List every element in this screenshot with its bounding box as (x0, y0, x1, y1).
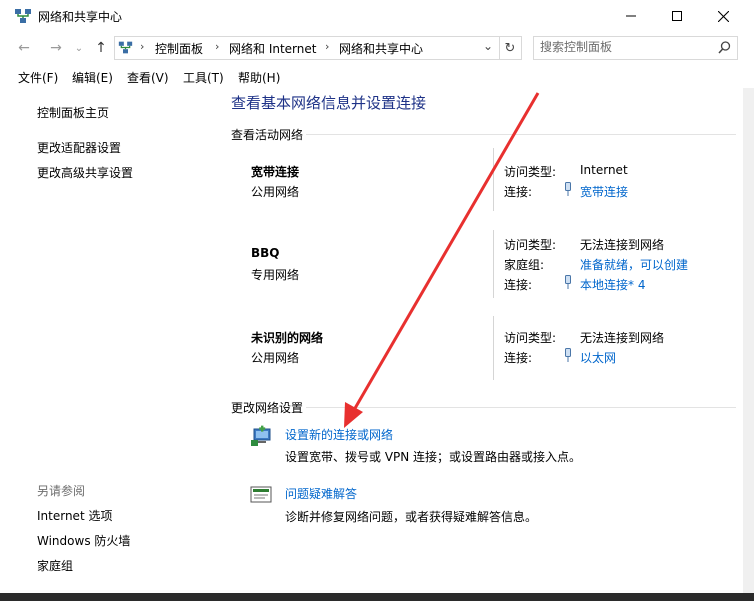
search-icon (718, 41, 731, 54)
search-box[interactable] (533, 36, 738, 60)
minimize-icon (626, 15, 636, 17)
connection-icon (565, 182, 571, 196)
maximize-button[interactable] (654, 0, 700, 32)
maximize-icon (672, 11, 682, 21)
sidebar-link-change-adapter[interactable]: 更改适配器设置 (37, 139, 121, 156)
back-button[interactable]: ← (14, 38, 34, 58)
address-bar[interactable]: › 控制面板 › 网络和 Internet › 网络和共享中心 ⌄ (114, 36, 500, 60)
network-type-link[interactable]: 专用网络 (251, 266, 299, 283)
breadcrumb-separator-icon[interactable]: › (325, 40, 329, 53)
connection-icon (565, 275, 571, 289)
network-type-link[interactable]: 公用网络 (251, 183, 299, 200)
connection-label: 连接: (504, 278, 533, 292)
sidebar-link-internet-options[interactable]: Internet 选项 (37, 507, 112, 524)
access-type-label: 访问类型: (504, 165, 557, 179)
scrollbar-track[interactable] (743, 88, 754, 593)
menu-edit[interactable]: 编辑(E) (72, 69, 113, 86)
new-connection-icon (251, 425, 271, 446)
active-networks-heading: 查看活动网络 (231, 128, 304, 142)
troubleshoot-link[interactable]: 问题疑难解答 (285, 485, 357, 502)
sidebar-link-windows-firewall[interactable]: Windows 防火墙 (37, 532, 130, 549)
setup-new-connection-link[interactable]: 设置新的连接或网络 (285, 426, 393, 443)
network-name: 宽带连接 (251, 165, 300, 179)
close-icon (717, 10, 729, 22)
sidebar-link-homegroup[interactable]: 家庭组 (37, 557, 73, 574)
taskbar-strip (0, 593, 754, 601)
network-center-icon (15, 9, 31, 23)
access-type-label: 访问类型: (504, 238, 557, 252)
access-type-value: Internet (580, 163, 628, 177)
refresh-button[interactable]: ↻ (499, 36, 522, 60)
chevron-down-icon: ⌄ (74, 42, 84, 54)
forward-arrow-icon: → (50, 40, 62, 56)
sidebar-link-advanced-sharing[interactable]: 更改高级共享设置 (37, 164, 133, 181)
breadcrumb-control-panel[interactable]: 控制面板 (155, 40, 203, 57)
section-divider (306, 407, 736, 408)
connection-link-ethernet[interactable]: 以太网 (580, 349, 616, 366)
connection-link-broadband[interactable]: 宽带连接 (580, 183, 628, 200)
breadcrumb-network-sharing-center[interactable]: 网络和共享中心 (339, 40, 423, 57)
menu-view[interactable]: 查看(V) (127, 69, 169, 86)
refresh-icon: ↻ (504, 40, 516, 56)
window-title: 网络和共享中心 (38, 10, 123, 24)
network-name: 未识别的网络 (251, 331, 324, 345)
see-also-heading: 另请参阅 (37, 484, 86, 498)
page-title: 查看基本网络信息并设置连接 (231, 94, 427, 112)
up-arrow-icon: ↑ (95, 40, 107, 56)
troubleshoot-icon (250, 486, 272, 503)
section-divider (306, 134, 736, 135)
address-dropdown-icon[interactable]: ⌄ (483, 39, 493, 53)
connection-label: 连接: (504, 351, 533, 365)
minimize-button[interactable] (608, 0, 654, 32)
access-type-label: 访问类型: (504, 331, 557, 345)
network-divider (493, 148, 494, 211)
forward-button[interactable]: → (46, 38, 66, 58)
setup-new-connection-desc: 设置宽带、拨号或 VPN 连接；或设置路由器或接入点。 (285, 450, 582, 464)
change-settings-heading: 更改网络设置 (231, 401, 304, 415)
menu-tools[interactable]: 工具(T) (183, 69, 224, 86)
breadcrumb-network-internet[interactable]: 网络和 Internet (229, 40, 316, 57)
close-button[interactable] (700, 0, 746, 32)
homegroup-label: 家庭组: (504, 258, 545, 272)
up-button[interactable]: ↑ (91, 38, 111, 58)
menu-bar: 文件(F) 编辑(E) 查看(V) 工具(T) 帮助(H) (0, 66, 754, 88)
homegroup-link[interactable]: 准备就绪，可以创建 (580, 256, 688, 273)
access-type-value: 无法连接到网络 (580, 238, 665, 252)
breadcrumb-separator-icon[interactable]: › (215, 40, 219, 53)
search-input[interactable] (540, 40, 710, 54)
breadcrumb-separator-icon[interactable]: › (140, 40, 144, 53)
connection-label: 连接: (504, 185, 533, 199)
menu-help[interactable]: 帮助(H) (238, 69, 280, 86)
network-type-link[interactable]: 公用网络 (251, 349, 299, 366)
menu-file[interactable]: 文件(F) (18, 69, 58, 86)
sidebar-link-control-panel-home[interactable]: 控制面板主页 (37, 104, 109, 121)
troubleshoot-desc: 诊断并修复网络问题，或者获得疑难解答信息。 (285, 510, 538, 524)
connection-link-local[interactable]: 本地连接* 4 (580, 276, 645, 293)
connection-icon (565, 348, 571, 362)
access-type-value: 无法连接到网络 (580, 331, 665, 345)
network-center-icon (118, 41, 133, 54)
back-arrow-icon: ← (18, 40, 30, 56)
recent-locations-button[interactable]: ⌄ (72, 38, 86, 58)
network-divider (493, 230, 494, 298)
network-divider (493, 316, 494, 380)
network-name: BBQ (251, 246, 280, 260)
